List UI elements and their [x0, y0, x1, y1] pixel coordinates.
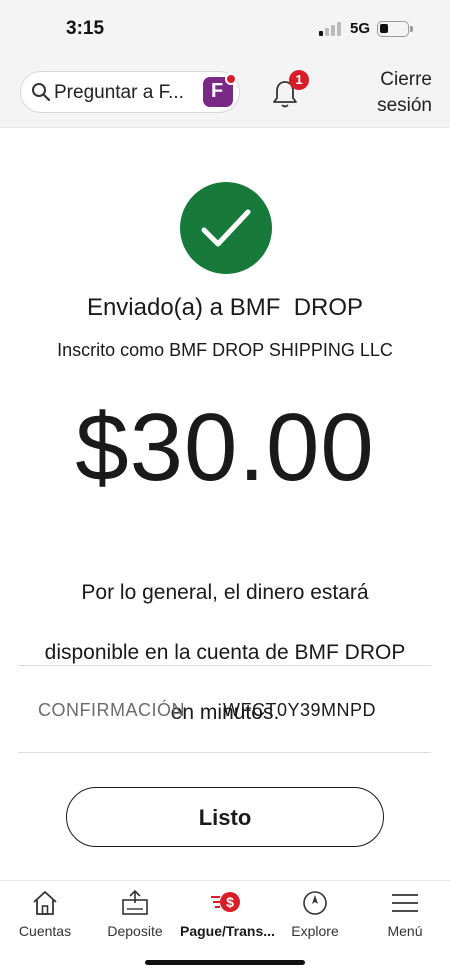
divider: [18, 665, 431, 666]
logout-label-line1: Cierre: [380, 69, 432, 90]
search-placeholder: Preguntar a F...: [54, 82, 184, 103]
nav-item-deposit[interactable]: Deposite: [90, 881, 180, 951]
home-indicator[interactable]: [145, 960, 305, 965]
search-input[interactable]: Preguntar a F... F: [20, 71, 240, 113]
success-check-icon: [180, 182, 272, 274]
availability-line: disponible en la cuenta de BMF DROP: [44, 641, 406, 664]
svg-text:$: $: [226, 894, 234, 910]
nav-item-accounts[interactable]: Cuentas: [0, 881, 90, 951]
availability-message: Por lo general, el dinero estará disponi…: [30, 548, 420, 758]
status-time: 3:15: [66, 18, 105, 39]
confirmation-label: CONFIRMACIÓN: [38, 700, 185, 720]
done-button[interactable]: Listo: [66, 787, 384, 847]
divider: [18, 752, 431, 753]
home-icon: [33, 891, 57, 915]
nav-label: Menú: [387, 923, 423, 939]
logout-link[interactable]: Cierre sesión: [377, 67, 432, 119]
pay-transfer-icon: $: [211, 892, 240, 912]
battery-icon: [377, 21, 413, 37]
deposit-icon: [122, 889, 148, 915]
nav-label: Cuentas: [18, 923, 72, 939]
search-icon: [32, 83, 51, 102]
network-type: 5G: [350, 20, 371, 37]
availability-line: Por lo general, el dinero estará: [81, 581, 369, 604]
nav-item-menu[interactable]: Menú: [360, 881, 450, 951]
nav-item-pay-transfer[interactable]: $ Pague/Trans...: [180, 881, 275, 951]
logout-label-line2: sesión: [377, 95, 432, 116]
nav-label: Deposite: [107, 923, 163, 939]
nav-label: Explore: [291, 923, 339, 939]
menu-icon: [392, 894, 418, 912]
enrolled-as-text: Inscrito como BMF DROP SHIPPING LLC: [57, 340, 393, 360]
confirmation-code: WFCT0Y39MNPD: [223, 700, 377, 720]
nav-item-explore[interactable]: Explore: [270, 881, 360, 951]
recipient-heading: Enviado(a) a BMF DROP: [86, 294, 364, 321]
compass-icon: [303, 891, 327, 915]
fargo-assistant-icon[interactable]: F: [203, 73, 237, 107]
notification-badge: 1: [289, 70, 309, 90]
nav-label: Pague/Trans...: [180, 923, 275, 939]
signal-strength-icon: [319, 22, 343, 36]
status-bar: 3:15 5G: [0, 0, 450, 58]
transfer-amount: $30.00: [75, 394, 375, 501]
